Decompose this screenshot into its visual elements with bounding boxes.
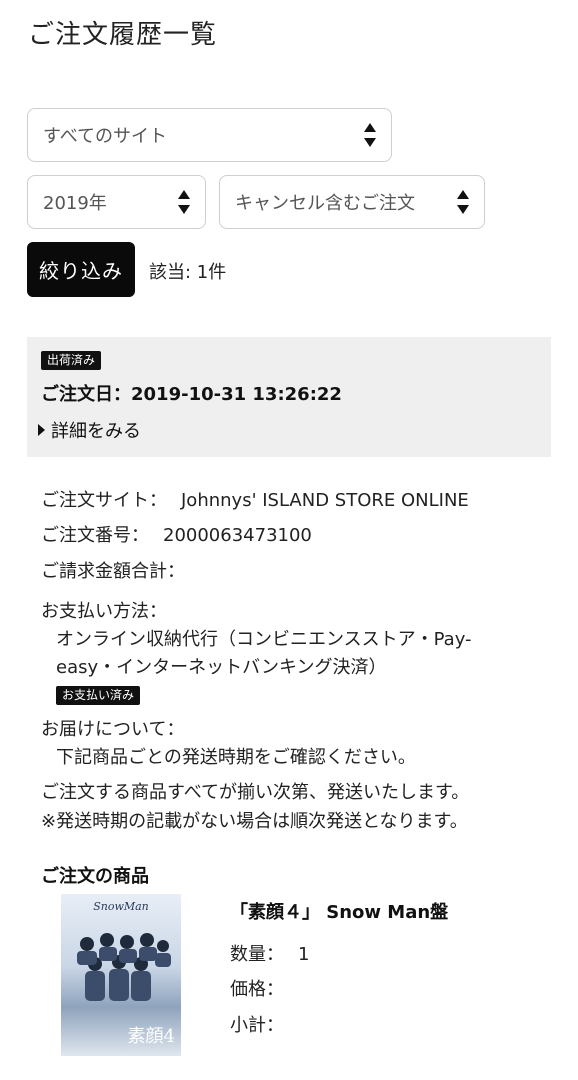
product-price-label: 価格： [230,979,284,1000]
page-title: ご注文履歴一覧 [28,20,218,50]
product-quantity-value: 1 [298,944,310,965]
product-image[interactable]: SnowMan 素顔4 [61,894,181,1056]
order-number-value: 2000063473100 [163,525,312,546]
delivery-line-2: ご注文する商品すべてが揃い次第、発送いたします。 [41,782,470,803]
order-number-label: ご注文番号： [41,525,149,546]
payment-method-line-1: オンライン収納代行（コンビニエンスストア・Pay- [56,629,472,650]
delivery-label: お届けについて： [41,719,185,740]
result-count: 該当: 1件 [149,262,227,283]
order-status-select[interactable]: キャンセル含むご注文 [219,175,485,229]
payment-method-line-2: easy・インターネットバンキング決済） [56,657,387,678]
caret-right-icon [38,424,45,436]
product-title[interactable]: 「素顔４」 Snow Man盤 [230,898,448,924]
delivery-line-3: ※発送時期の記載がない場合は順次発送となります。 [41,811,468,832]
order-site-value: Johnnys' ISLAND STORE ONLINE [181,490,469,511]
view-details-label: 詳細をみる [51,421,141,442]
order-site-label: ご注文サイト： [41,490,167,511]
payment-method-label: お支払い方法： [41,601,167,622]
filter-button[interactable]: 絞り込み [27,242,135,297]
order-date: ご注文日：2019-10-31 13:26:22 [41,384,342,405]
select-arrows-icon [178,190,190,214]
product-image-caption: 素顔4 [127,1026,175,1047]
select-arrows-icon [457,190,469,214]
shipped-status-badge: 出荷済み [41,351,102,370]
product-quantity-row: 数量： 1 [230,940,309,966]
year-select[interactable]: 2019年 [27,175,206,229]
product-subtotal-label: 小計： [230,1015,284,1036]
site-select-value: すべてのサイト [43,126,168,147]
order-site-row: ご注文サイト： Johnnys' ISLAND STORE ONLINE [41,486,469,512]
order-status-select-value: キャンセル含むご注文 [235,193,415,214]
paid-status-badge: お支払い済み [56,686,141,705]
order-number-row: ご注文番号： 2000063473100 [41,521,312,547]
site-select[interactable]: すべてのサイト [27,108,392,162]
group-photo-illustration [77,933,171,1001]
delivery-line-1: 下記商品ごとの発送時期をご確認ください。 [56,747,416,768]
product-image-logo: SnowMan [93,900,149,913]
order-header: 出荷済み ご注文日：2019-10-31 13:26:22 詳細をみる [27,337,551,457]
ordered-products-title: ご注文の商品 [41,866,149,887]
view-details-link[interactable]: 詳細をみる [38,417,141,443]
order-total-label: ご請求金額合計： [41,561,185,582]
select-arrows-icon [364,123,376,147]
product-quantity-label: 数量： [230,944,284,965]
year-select-value: 2019年 [43,193,107,214]
